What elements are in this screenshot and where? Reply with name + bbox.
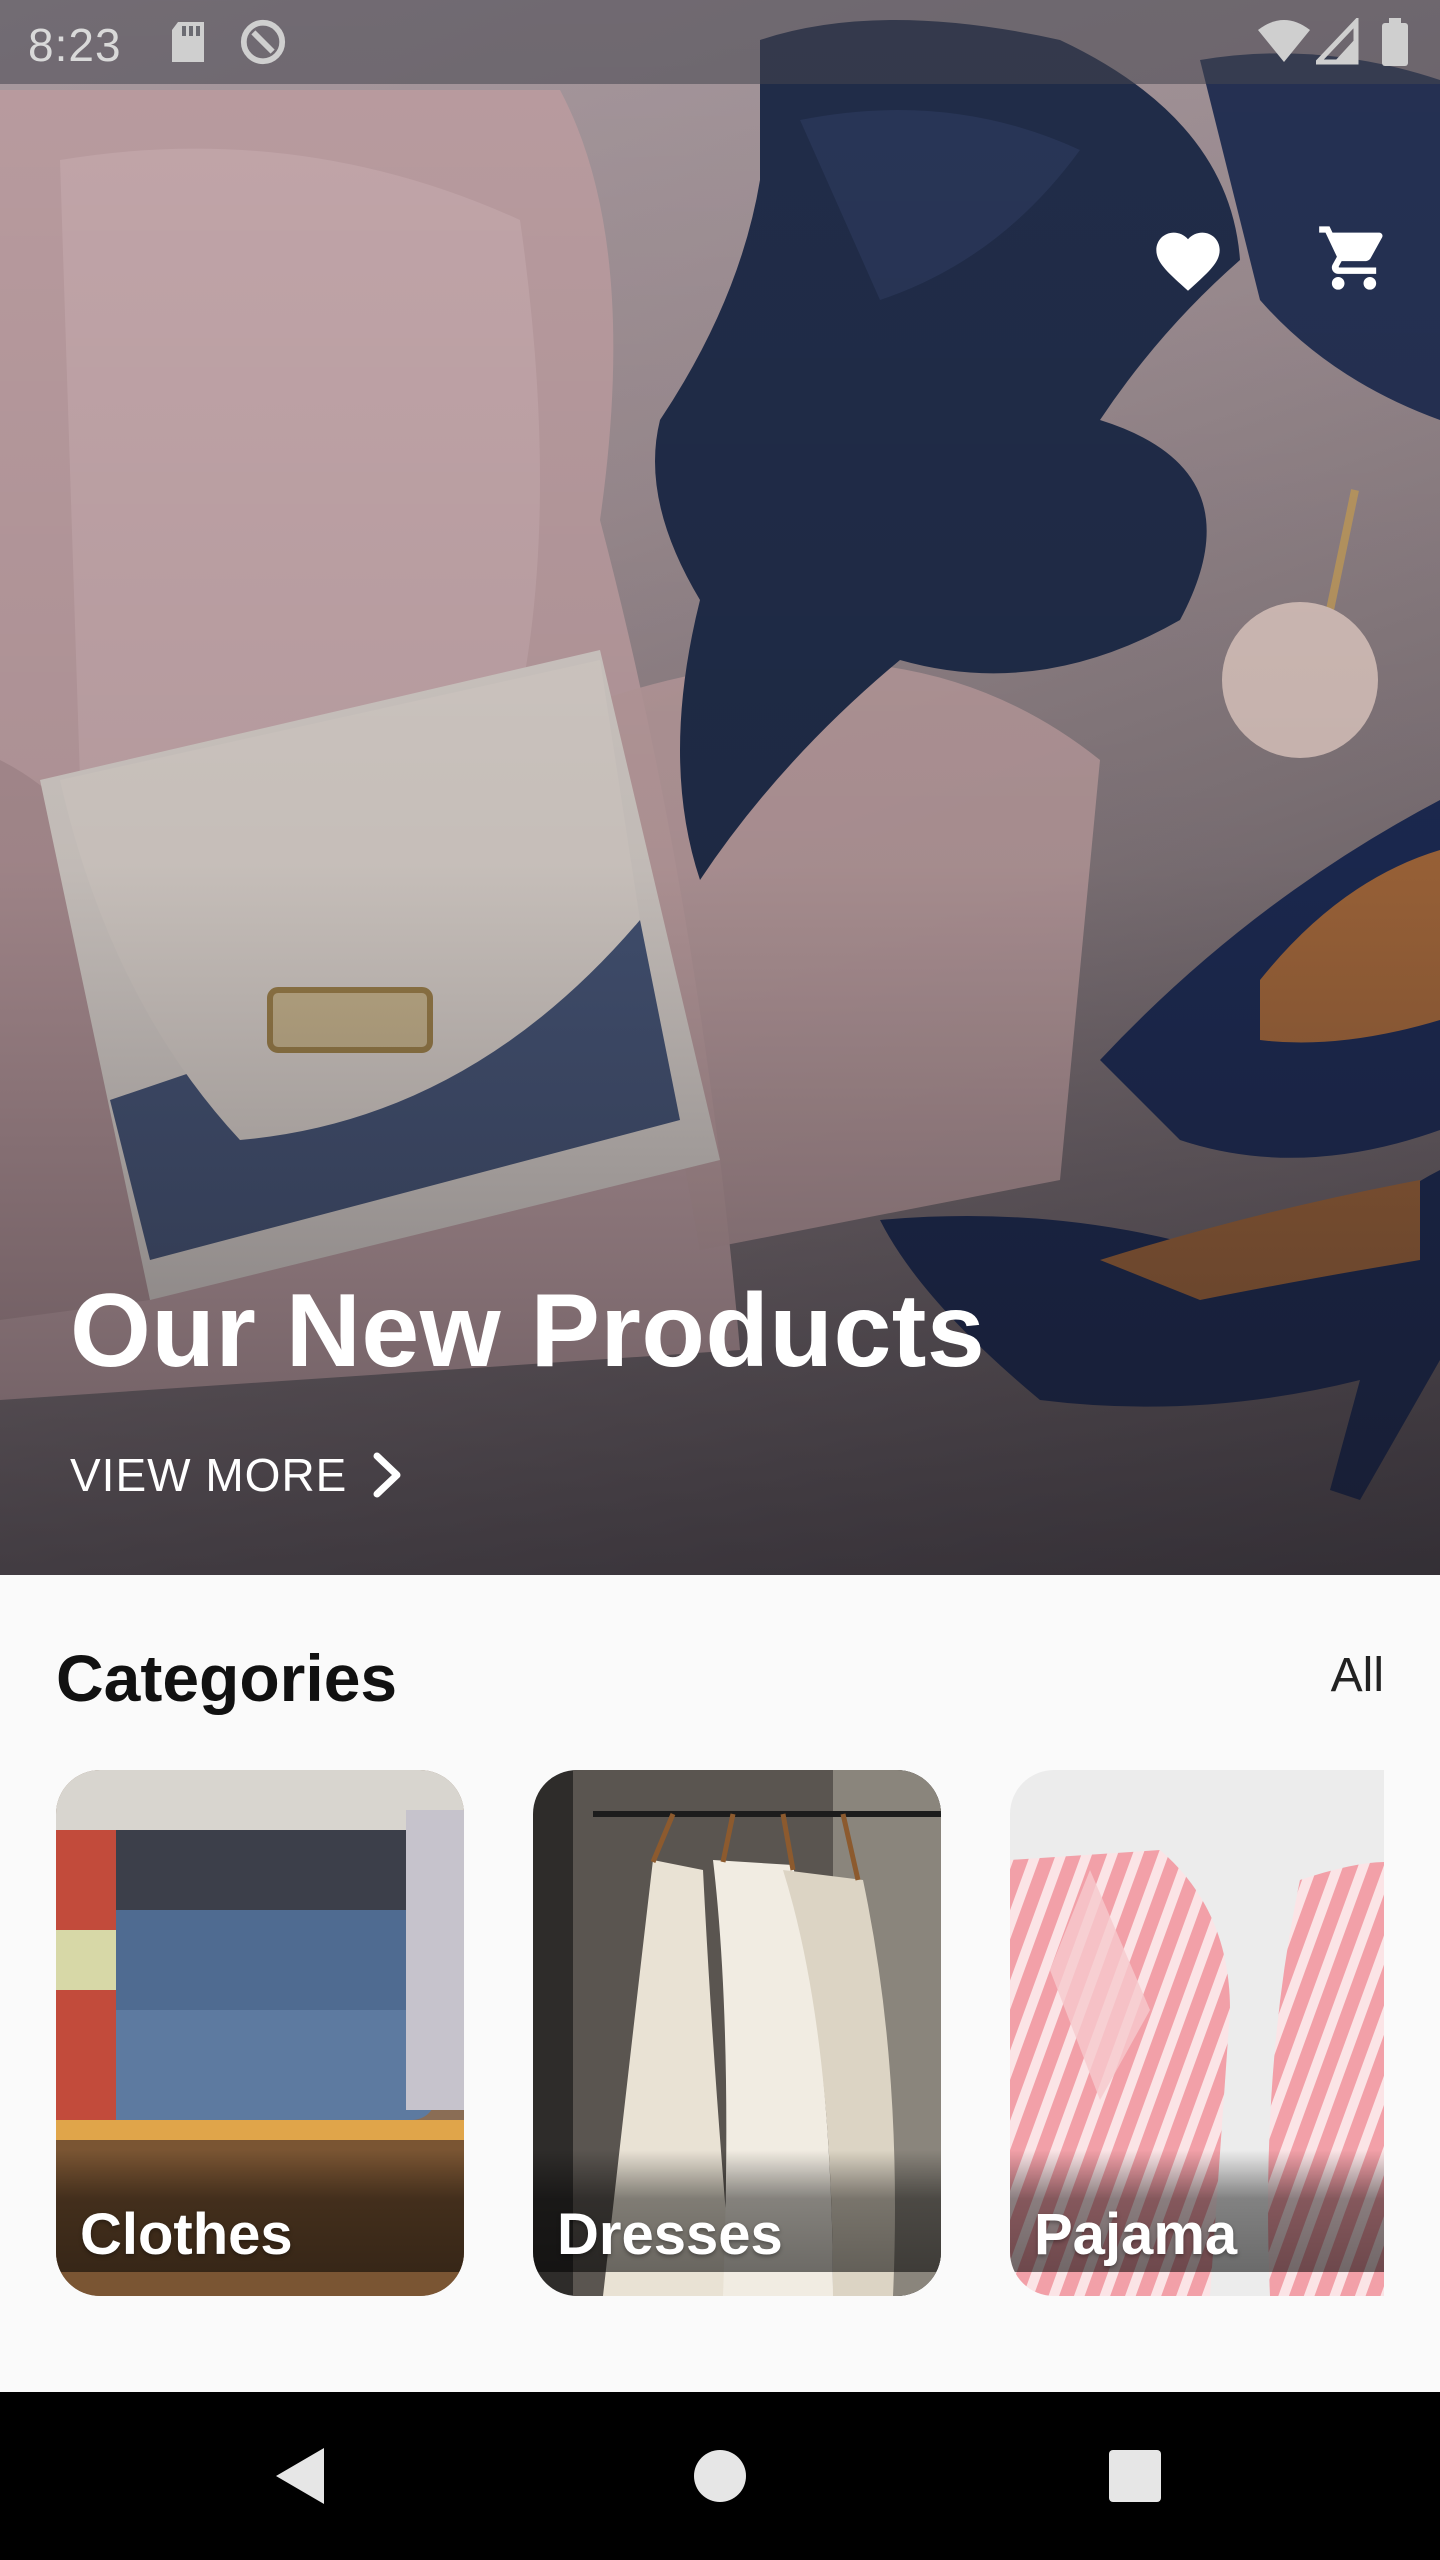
- signal-icon: [1316, 18, 1359, 65]
- back-icon: [276, 2448, 324, 2504]
- home-button[interactable]: [670, 2426, 770, 2526]
- category-card-pajama[interactable]: Pajama: [1010, 1770, 1384, 2296]
- cart-button[interactable]: [1306, 210, 1402, 306]
- hero-title: Our New Products: [70, 1273, 986, 1389]
- favorites-button[interactable]: [1140, 210, 1236, 306]
- all-categories-link[interactable]: All: [1331, 1648, 1384, 1703]
- categories-list[interactable]: Clothes Dresses Pajama: [56, 1770, 1384, 2296]
- recents-button[interactable]: [1085, 2426, 1185, 2526]
- heart-icon: [1156, 232, 1220, 291]
- category-label: Clothes: [80, 2202, 293, 2267]
- hero-banner[interactable]: 8:23 Our New Products VIEW MORE: [0, 0, 1440, 1575]
- system-nav-bar: [0, 2392, 1440, 2560]
- cart-icon: [1319, 226, 1383, 290]
- category-label: Pajama: [1034, 2202, 1238, 2267]
- view-more-button[interactable]: VIEW MORE: [70, 1440, 405, 1510]
- sd-card-icon: [172, 22, 204, 62]
- status-bar: 8:23: [0, 0, 1440, 84]
- recents-icon: [1109, 2450, 1161, 2502]
- wifi-icon: [1258, 20, 1310, 62]
- category-card-dresses[interactable]: Dresses: [533, 1770, 941, 2296]
- sync-icon: [240, 19, 286, 65]
- categories-title: Categories: [56, 1641, 398, 1715]
- chevron-right-icon: [373, 1452, 401, 1498]
- status-time: 8:23: [28, 19, 122, 71]
- category-card-clothes[interactable]: Clothes: [56, 1770, 464, 2296]
- category-label: Dresses: [557, 2202, 783, 2267]
- battery-icon: [1382, 18, 1408, 66]
- view-more-label: VIEW MORE: [70, 1449, 348, 1501]
- back-button[interactable]: [250, 2426, 350, 2526]
- home-icon: [694, 2450, 746, 2502]
